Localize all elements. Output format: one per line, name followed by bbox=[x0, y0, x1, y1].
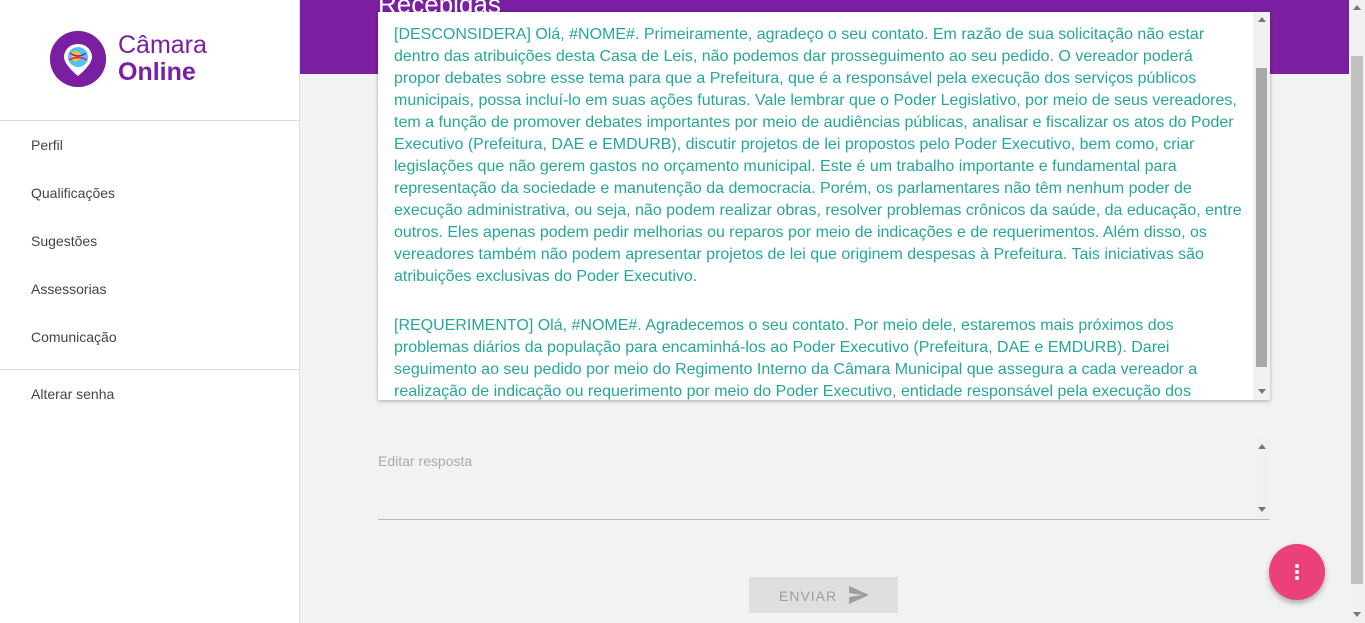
response-templates-content: [DESCONSIDERA] Olá, #NOME#. Primeirament… bbox=[394, 24, 1242, 400]
scroll-down-arrow-icon[interactable] bbox=[1258, 507, 1266, 512]
sidebar-item-sugestoes[interactable]: Sugestões bbox=[31, 233, 97, 249]
page-scrollbar[interactable] bbox=[1349, 0, 1365, 623]
sidebar-divider bbox=[0, 369, 299, 370]
sidebar: Câmara Online Perfil Qualificações Suges… bbox=[0, 0, 300, 623]
sidebar-item-assessorias[interactable]: Assessorias bbox=[31, 281, 106, 297]
response-templates-list[interactable]: [DESCONSIDERA] Olá, #NOME#. Primeirament… bbox=[378, 12, 1270, 400]
list-scrollbar[interactable] bbox=[1253, 12, 1270, 400]
sidebar-divider bbox=[0, 120, 299, 121]
more-actions-button[interactable] bbox=[1269, 544, 1325, 600]
list-scrollbar-thumb[interactable] bbox=[1256, 68, 1267, 367]
response-template[interactable]: [REQUERIMENTO] Olá, #NOME#. Agradecemos … bbox=[394, 315, 1242, 400]
scroll-up-arrow-icon[interactable] bbox=[1353, 5, 1361, 10]
reply-editor-wrapper bbox=[378, 437, 1270, 520]
send-icon bbox=[849, 586, 869, 604]
sidebar-item-qualificacoes[interactable]: Qualificações bbox=[31, 185, 115, 201]
logo-line1: Câmara bbox=[118, 31, 207, 59]
map-pin-globe-icon bbox=[50, 31, 106, 87]
response-template[interactable]: [DESCONSIDERA] Olá, #NOME#. Primeirament… bbox=[394, 24, 1242, 288]
scroll-up-arrow-icon[interactable] bbox=[1258, 17, 1266, 22]
app-logo[interactable]: Câmara Online bbox=[50, 31, 230, 89]
sidebar-item-alterar-senha[interactable]: Alterar senha bbox=[31, 386, 114, 402]
editor-scrollbar[interactable] bbox=[1253, 437, 1270, 519]
reply-editor-input[interactable] bbox=[378, 437, 1253, 519]
scroll-down-arrow-icon[interactable] bbox=[1258, 389, 1266, 394]
send-button[interactable]: ENVIAR bbox=[749, 577, 898, 613]
sidebar-item-perfil[interactable]: Perfil bbox=[31, 137, 63, 153]
scroll-up-arrow-icon[interactable] bbox=[1258, 444, 1266, 449]
page-scrollbar-thumb[interactable] bbox=[1351, 56, 1363, 584]
logo-text: Câmara Online bbox=[118, 32, 207, 86]
scroll-down-arrow-icon[interactable] bbox=[1353, 612, 1361, 617]
logo-line2: Online bbox=[118, 58, 196, 86]
send-button-label: ENVIAR bbox=[779, 588, 838, 604]
sidebar-item-comunicacao[interactable]: Comunicação bbox=[31, 329, 117, 345]
